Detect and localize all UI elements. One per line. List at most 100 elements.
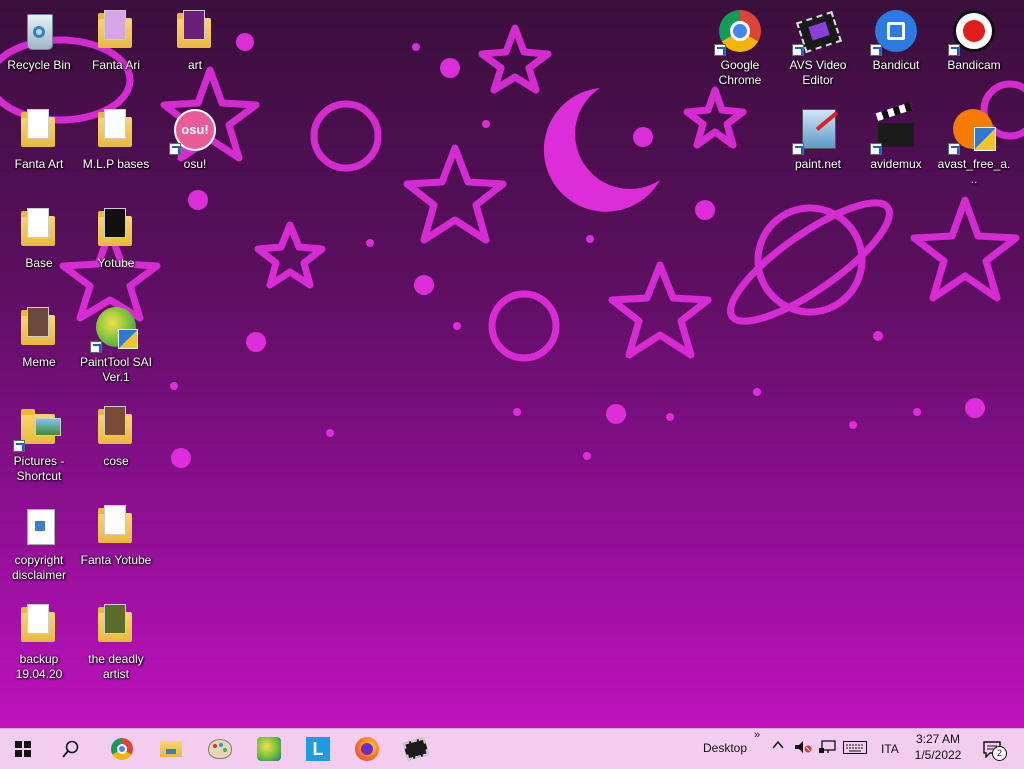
paint-net-icon <box>792 109 840 155</box>
desktop-icon-label: Bandicut <box>872 58 920 72</box>
chrome-icon <box>111 738 133 760</box>
windows-logo-icon <box>15 741 31 757</box>
shortcut-arrow-icon <box>870 44 882 56</box>
desktop-icon-the-deadly-artist-folder[interactable]: the deadly artist <box>78 600 154 682</box>
shortcut-arrow-icon <box>13 440 25 452</box>
document-icon <box>17 505 61 549</box>
osu-icon: osu! <box>169 109 217 155</box>
film-strip-icon <box>792 10 843 56</box>
taskbar-firefox-button[interactable] <box>344 729 390 769</box>
desktop-icon-label: backup 19.04.20 <box>15 652 63 681</box>
desktop-icon-label: Recycle Bin <box>7 58 71 72</box>
bandicam-record-icon <box>948 10 996 56</box>
taskbar-l-app-button[interactable]: L <box>295 729 341 769</box>
desktop-icon-label: Fanta Ari <box>91 58 141 72</box>
network-button[interactable] <box>818 740 836 757</box>
notification-count-badge: 2 <box>992 746 1007 761</box>
file-explorer-icon <box>160 741 182 757</box>
search-button[interactable] <box>48 729 94 769</box>
bandicut-icon <box>870 10 918 56</box>
desktop-icon-fanta-art-folder[interactable]: Fanta Art <box>1 105 77 172</box>
shortcut-arrow-icon <box>90 341 102 353</box>
desktop-toolbar-label[interactable]: Desktop <box>703 741 747 755</box>
desktop-icon-label: Base <box>25 256 53 270</box>
desktop-icon-paint-net[interactable]: paint.net <box>780 105 856 172</box>
desktop-icon-label: avidemux <box>870 157 922 171</box>
desktop-icon-label: Meme <box>22 355 56 369</box>
folder-icon <box>17 208 61 252</box>
pictures-folder-icon <box>13 406 61 452</box>
folder-icon <box>94 109 138 153</box>
search-icon <box>62 740 79 758</box>
taskbar-avs-video-editor-button[interactable] <box>393 729 439 769</box>
desktop-icon-bandicam[interactable]: Bandicam <box>936 6 1012 73</box>
desktop-icon-mlp-bases-folder[interactable]: M.L.P bases <box>78 105 154 172</box>
desktop-icon-bandicut[interactable]: Bandicut <box>858 6 934 73</box>
recycle-bin-icon <box>17 10 61 54</box>
chrome-icon <box>714 10 762 56</box>
toolbar-chevron-icon[interactable]: » <box>754 729 760 741</box>
desktop-icon-base-folder[interactable]: Base <box>1 204 77 271</box>
desktop-icon-label: cose <box>103 454 129 468</box>
folder-icon <box>94 505 138 549</box>
taskbar-chrome-button[interactable] <box>99 729 145 769</box>
clock-time: 3:27 AM <box>915 732 961 746</box>
taskbar-file-explorer-button[interactable] <box>148 729 194 769</box>
avast-icon <box>948 109 996 155</box>
desktop-icon-label: the deadly artist <box>88 652 144 681</box>
taskbar-paint-button[interactable] <box>197 729 243 769</box>
shortcut-arrow-icon <box>792 143 804 155</box>
desktop-icon-pictures-shortcut[interactable]: Pictures - Shortcut <box>1 402 77 484</box>
folder-icon <box>94 604 138 648</box>
action-center-button[interactable]: 2 <box>982 740 1007 761</box>
desktop-icon-cose-folder[interactable]: cose <box>78 402 154 469</box>
clapperboard-icon <box>870 102 918 155</box>
taskbar: L Desktop » ITA 3:27 AM 1/5/2022 2 <box>0 728 1024 769</box>
desktop-icon-label: Yotube <box>97 256 135 270</box>
desktop-icon-painttool-sai[interactable]: PaintTool SAI Ver.1 <box>78 303 154 385</box>
desktop-icon-label: M.L.P bases <box>82 157 150 171</box>
folder-icon <box>94 406 138 450</box>
desktop-icon-label: Google Chrome <box>718 58 762 87</box>
taskbar-painttool-sai-button[interactable] <box>246 729 292 769</box>
l-app-icon: L <box>306 737 330 761</box>
desktop-icon-fanta-yotube-folder[interactable]: Fanta Yotube <box>78 501 154 568</box>
folder-icon <box>94 10 138 54</box>
painttool-sai-icon <box>257 737 281 761</box>
shortcut-arrow-icon <box>948 44 960 56</box>
shortcut-arrow-icon <box>792 44 804 56</box>
desktop-icon-backup-folder[interactable]: backup 19.04.20 <box>1 600 77 682</box>
touch-keyboard-button[interactable] <box>843 741 867 758</box>
desktop-icon-label: copyright disclaimer <box>11 553 66 582</box>
desktop-icon-label: Bandicam <box>947 58 1001 72</box>
shortcut-arrow-icon <box>714 44 726 56</box>
desktop-icon-osu[interactable]: osu! osu! <box>157 105 233 172</box>
desktop-icon-fanta-ari-folder[interactable]: Fanta Ari <box>78 6 154 73</box>
firefox-icon <box>355 737 379 761</box>
network-icon <box>819 740 836 753</box>
clock-button[interactable]: 3:27 AM 1/5/2022 <box>908 732 968 762</box>
volume-muted-icon <box>795 741 812 753</box>
desktop-icon-yotube-folder[interactable]: Yotube <box>78 204 154 271</box>
show-hidden-icons-button[interactable] <box>772 739 784 754</box>
folder-icon <box>17 307 61 351</box>
desktop-icon-label: Fanta Yotube <box>80 553 152 567</box>
desktop-icon-label: paint.net <box>794 157 842 171</box>
desktop-icon-recycle-bin[interactable]: Recycle Bin <box>1 6 77 73</box>
desktop-icon-meme-folder[interactable]: Meme <box>1 303 77 370</box>
clock-date: 1/5/2022 <box>914 748 962 762</box>
desktop-icon-label: avast_free_a... <box>937 157 1011 186</box>
desktop-icon-art-folder[interactable]: art <box>157 6 233 73</box>
input-language-indicator[interactable]: ITA <box>881 742 899 756</box>
desktop-icon-label: Pictures - Shortcut <box>13 454 65 483</box>
desktop-icon-copyright-disclaimer[interactable]: copyright disclaimer <box>1 501 77 583</box>
desktop-icon-label: PaintTool SAI Ver.1 <box>79 355 153 384</box>
desktop-icon-avidemux[interactable]: avidemux <box>858 102 934 172</box>
start-button[interactable] <box>0 729 46 769</box>
desktop-icon-avast-installer[interactable]: avast_free_a... <box>936 105 1012 187</box>
volume-button[interactable] <box>794 740 812 757</box>
desktop-icon-label: Fanta Art <box>14 157 64 171</box>
desktop-icon-google-chrome[interactable]: Google Chrome <box>702 6 778 88</box>
paint-palette-icon <box>208 739 232 759</box>
desktop-icon-avs-video-editor[interactable]: AVS Video Editor <box>780 6 856 88</box>
